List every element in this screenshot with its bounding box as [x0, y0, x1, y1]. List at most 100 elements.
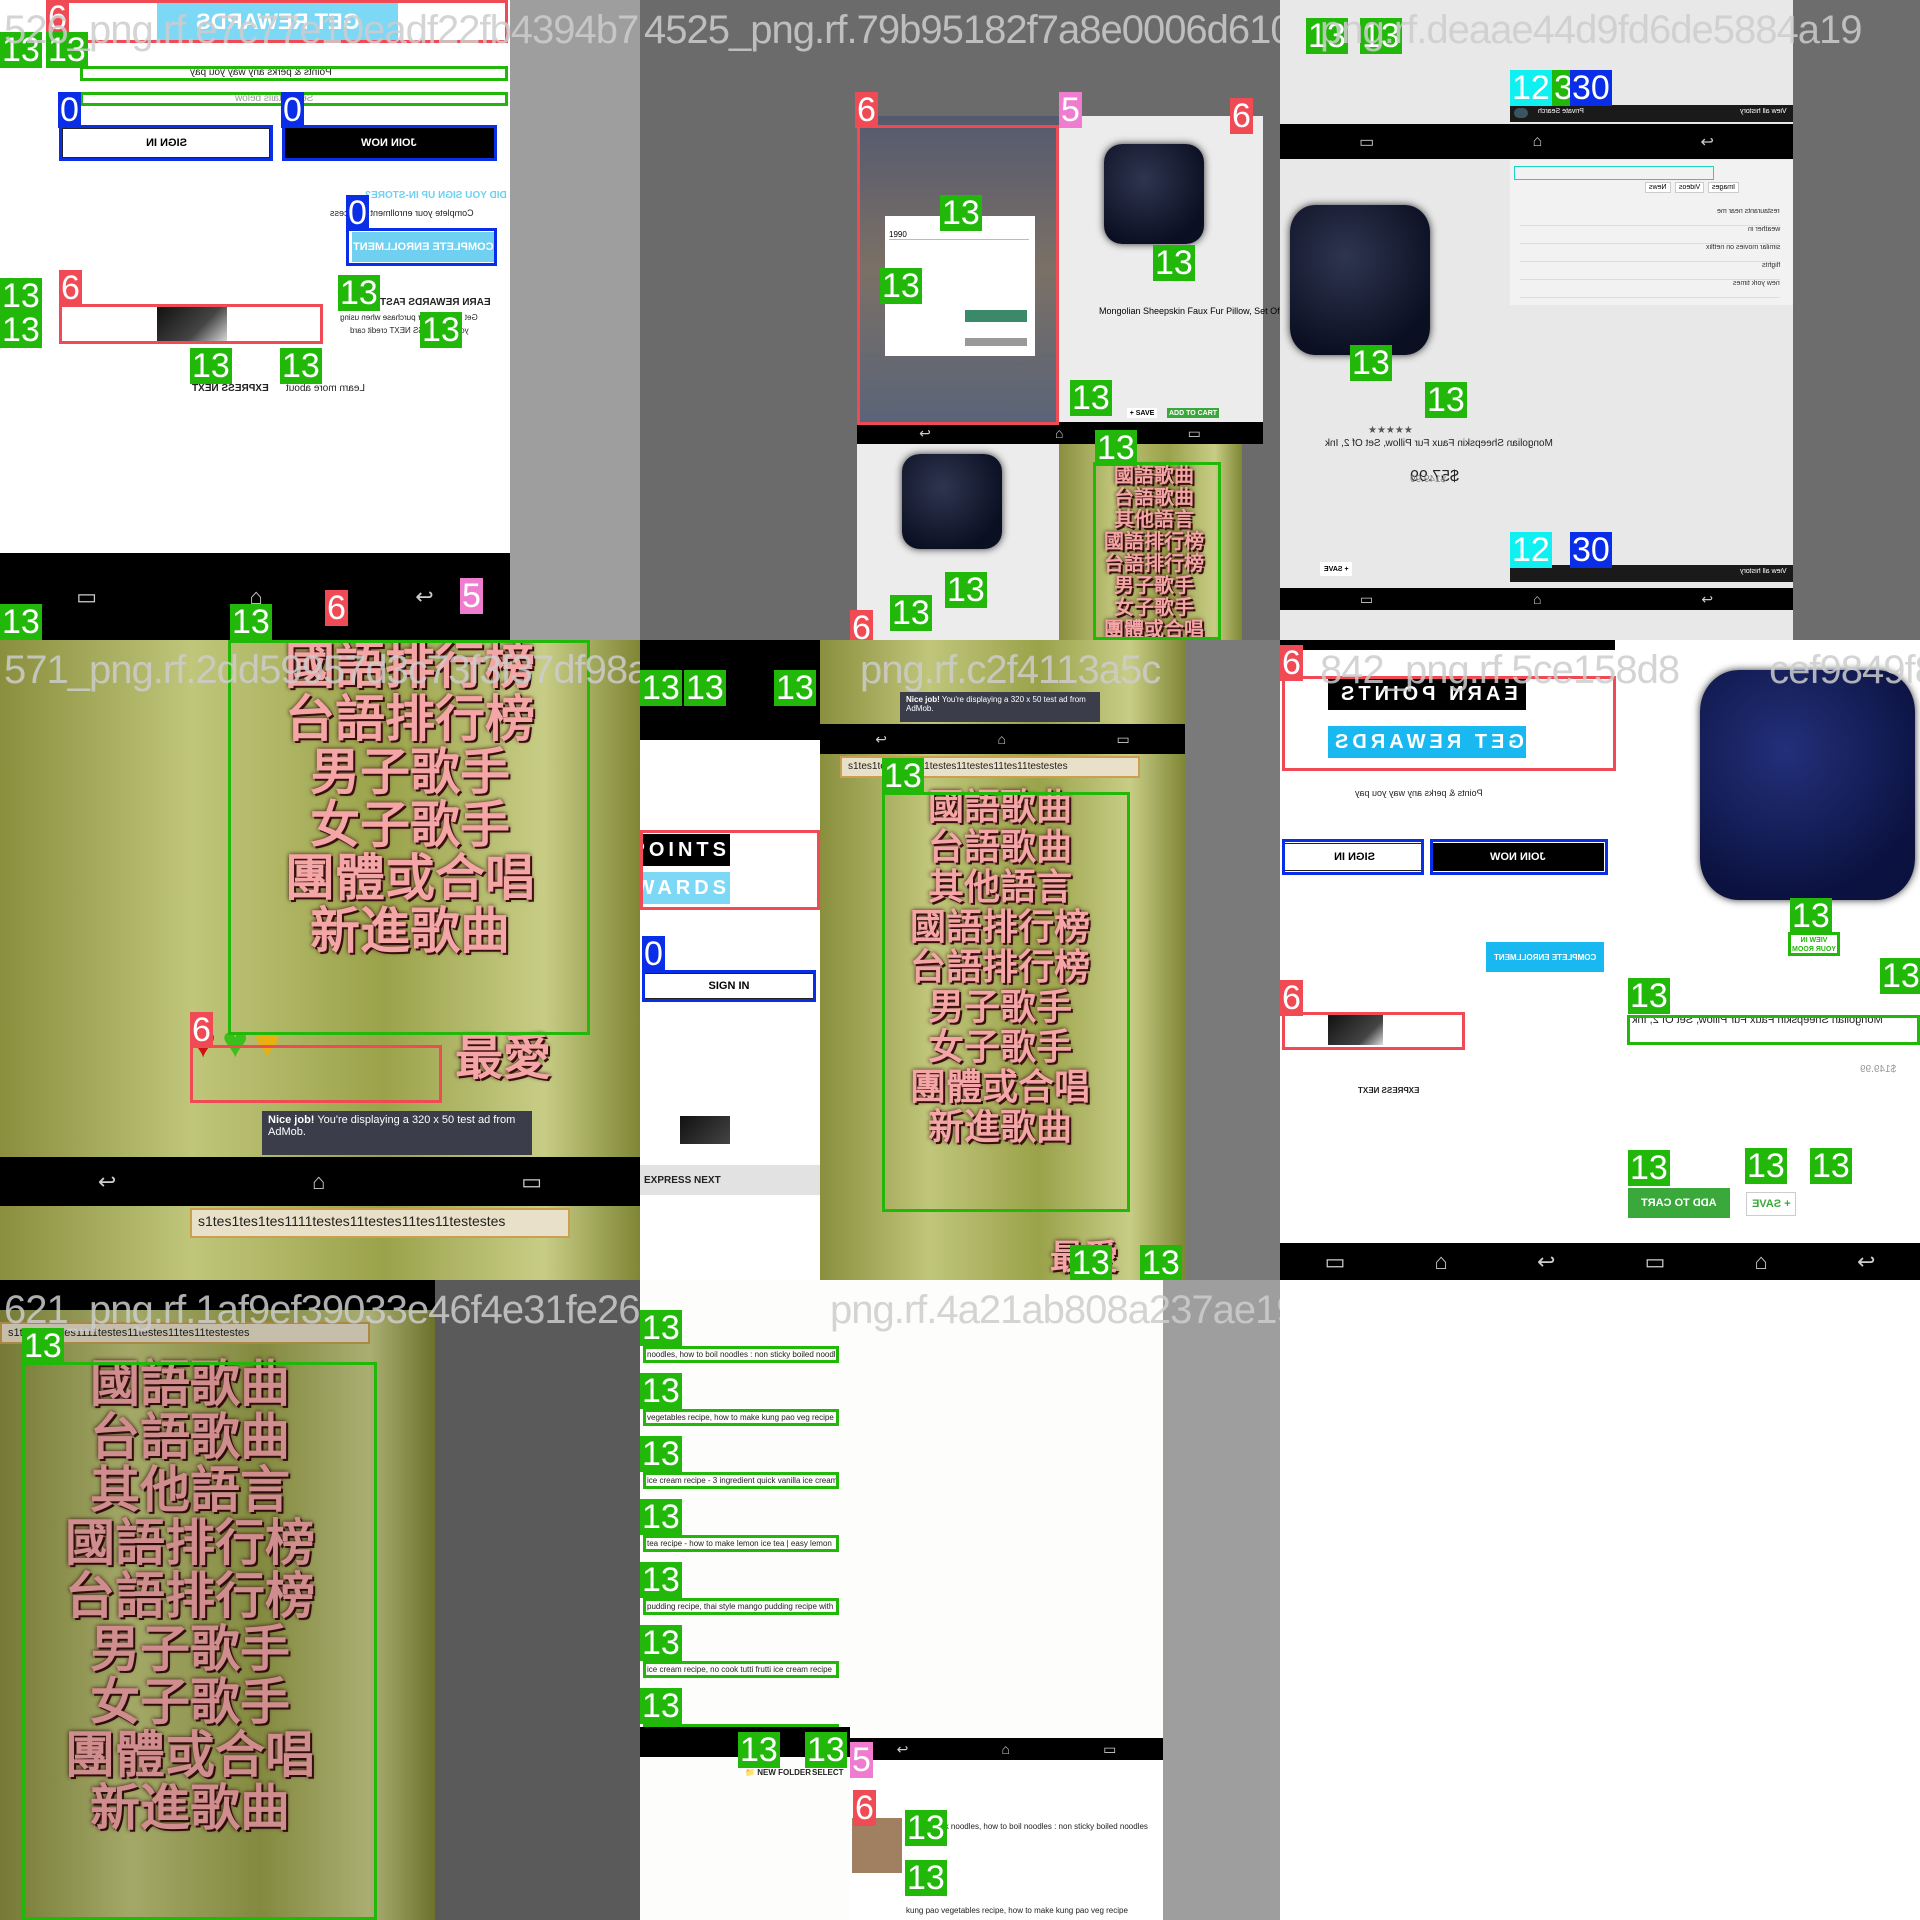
annot-label: 13	[0, 603, 42, 640]
search-input[interactable]	[1514, 166, 1714, 180]
tile-empty	[1280, 1280, 1920, 1920]
recipe-item[interactable]: 13 tea recipe - how to make lemon ice tea…	[640, 1499, 840, 1562]
search-suggestion[interactable]: new york times	[1520, 280, 1780, 298]
select-button[interactable]: SELECT	[812, 1768, 844, 1777]
view-history-link[interactable]: View all history	[1740, 568, 1787, 575]
android-nav-bar: ↩ ⌂ ▭	[857, 422, 1263, 444]
recipe-item[interactable]: 13 vegetables recipe, how to make kung pa…	[640, 1373, 840, 1436]
recipe-item[interactable]: 13 pudding recipe, thai style mango puddi…	[640, 1562, 840, 1625]
back-icon[interactable]: ↩	[98, 1169, 116, 1195]
annot-image	[1282, 1012, 1465, 1050]
tile-rewards-mirrored: GET REWARDS Points & perks any way you p…	[0, 0, 640, 640]
annot-label: 13	[940, 194, 982, 232]
search-suggestion[interactable]: similar movies on netflix	[1520, 244, 1780, 262]
home-icon[interactable]: ⌂	[1533, 133, 1543, 151]
tab-label: Videos	[1678, 184, 1700, 191]
recipe-title: ice cream recipe - 3 ingredient quick va…	[643, 1472, 839, 1489]
annot-label: 12	[1510, 69, 1552, 107]
annot-text	[882, 792, 1130, 1212]
search-tab[interactable]: Images	[1707, 182, 1739, 193]
annot-label: 13	[880, 267, 922, 305]
search-suggestion[interactable]: flights	[1520, 262, 1780, 280]
annot-label: 13	[1140, 1244, 1182, 1280]
annot-label: 13	[640, 1624, 682, 1662]
back-icon[interactable]: ↩	[897, 1741, 909, 1758]
home-icon[interactable]: ⌂	[1435, 1249, 1448, 1275]
search-tab[interactable]: News	[1645, 182, 1671, 193]
search-tab[interactable]: Videos	[1674, 182, 1704, 193]
save-button[interactable]: + SAVE	[1320, 562, 1352, 576]
recent-apps-icon[interactable]: ▭	[1360, 591, 1373, 608]
annot-label: 13	[640, 1561, 682, 1599]
new-folder-button[interactable]: 📁 NEW FOLDER	[745, 1768, 811, 1777]
recent-apps-icon[interactable]: ▭	[1116, 731, 1129, 748]
annot-label: 0	[346, 194, 369, 232]
back-icon[interactable]: ↩	[919, 425, 931, 442]
home-icon[interactable]: ⌂	[1755, 1249, 1768, 1275]
annot-label: 13	[905, 1859, 947, 1897]
complete-enrollment-button[interactable]: COMPLETE ENROLLMENT	[1486, 942, 1604, 972]
back-icon[interactable]: ↩	[415, 584, 433, 610]
back-icon[interactable]: ↩	[1857, 1249, 1875, 1275]
recent-apps-icon[interactable]: ▭	[1359, 132, 1374, 152]
recent-apps-icon[interactable]: ▭	[1188, 425, 1201, 442]
save-button[interactable]: + SAVE	[1746, 1192, 1796, 1216]
back-icon[interactable]: ↩	[1700, 132, 1713, 152]
home-icon[interactable]: ⌂	[998, 731, 1006, 747]
home-icon[interactable]: ⌂	[1055, 425, 1063, 441]
annot-label: 13	[0, 311, 42, 349]
recipe-item[interactable]: 13 ice cream recipe, no cook tutti frutti…	[640, 1625, 840, 1688]
home-icon[interactable]: ⌂	[312, 1169, 325, 1195]
admob-banner[interactable]: Nice job! You're displaying a 320 x 50 t…	[262, 1111, 532, 1155]
recipe-title[interactable]: kung pao vegetables recipe, how to make …	[906, 1906, 1128, 1915]
annot-label: 6	[325, 589, 348, 627]
back-icon[interactable]: ↩	[875, 731, 887, 748]
home-icon[interactable]: ⌂	[1002, 1741, 1010, 1757]
rating-stars: ★★★★★	[1368, 425, 1413, 436]
annot-label: 13	[420, 311, 462, 349]
recent-apps-icon[interactable]: ▭	[521, 1169, 542, 1195]
search-suggestion[interactable]: weather in	[1520, 226, 1780, 244]
view-history-link[interactable]: View all history	[1740, 108, 1787, 115]
home-icon[interactable]: ⌂	[1533, 591, 1541, 607]
recent-apps-icon[interactable]: ▭	[1325, 1249, 1346, 1275]
recent-apps-icon[interactable]: ▭	[76, 584, 97, 610]
private-toggle[interactable]	[1514, 108, 1528, 118]
product-title: Mongolian Sheepskin Faux Fur Pillow, Set…	[1099, 306, 1280, 316]
android-nav-bar: ▭ ⌂ ↩	[1280, 588, 1793, 610]
annot-text	[1093, 462, 1221, 640]
express-next-label: EXPRESS NEXT	[1358, 1086, 1420, 1095]
admob-banner[interactable]: Nice job! You're displaying a 320 x 50 t…	[900, 692, 1100, 722]
annot-label: 13	[882, 757, 924, 795]
signup-question: DID YOU SIGN UP IN-STORE?	[365, 190, 507, 201]
add-to-cart-button[interactable]: ADD TO CART	[1167, 408, 1219, 418]
recipe-item[interactable]: 13 ice cream recipe - 3 ingredient quick …	[640, 1436, 840, 1499]
recipe-item[interactable]: 13 noodles, how to boil noodles : non sti…	[640, 1310, 840, 1373]
annot-label: 13	[280, 347, 322, 385]
annot-label: 6	[1230, 97, 1253, 135]
search-input[interactable]: s1tes1tes1tes1111testes11testes11tes11te…	[190, 1208, 570, 1238]
history-bar-2: View all history	[1510, 565, 1793, 582]
annot-label: 6	[850, 610, 873, 640]
annot-label: 13	[1425, 381, 1467, 419]
android-nav-bar: ▭ ⌂ ↩	[1280, 124, 1793, 159]
back-icon[interactable]: ↩	[1701, 591, 1713, 608]
annot-label: 13	[1070, 1244, 1112, 1280]
back-icon[interactable]: ↩	[1537, 1249, 1555, 1275]
annot-label: 13	[640, 1309, 682, 1347]
annot-label: 12	[1510, 531, 1552, 569]
search-suggestion[interactable]: restaurants near me	[1520, 208, 1780, 226]
save-button[interactable]: + SAVE	[1127, 408, 1157, 418]
gutter	[1163, 1280, 1280, 1920]
add-to-cart-button[interactable]: ADD TO CART	[1628, 1188, 1730, 1218]
annot-label: 13	[1360, 17, 1402, 55]
recipe-title: pudding recipe, thai style mango pudding…	[643, 1598, 839, 1615]
annot-label: 13	[890, 594, 932, 632]
tile-product-search: Private Search View all history ▭ ⌂ ↩ News…	[1280, 0, 1920, 640]
tagline: Points & perks any way you pay	[1355, 788, 1483, 798]
annot-label: 13	[684, 669, 726, 707]
tile-songs-zoom: 國語排行榜台語排行榜男子歌手女子歌手團體或合唱新進歌曲 ♥ ♥ ♥ 最愛 Nic…	[0, 640, 640, 1280]
pillow-image	[902, 454, 1002, 549]
recent-apps-icon[interactable]: ▭	[1645, 1249, 1666, 1275]
recent-apps-icon[interactable]: ▭	[1103, 1741, 1116, 1758]
